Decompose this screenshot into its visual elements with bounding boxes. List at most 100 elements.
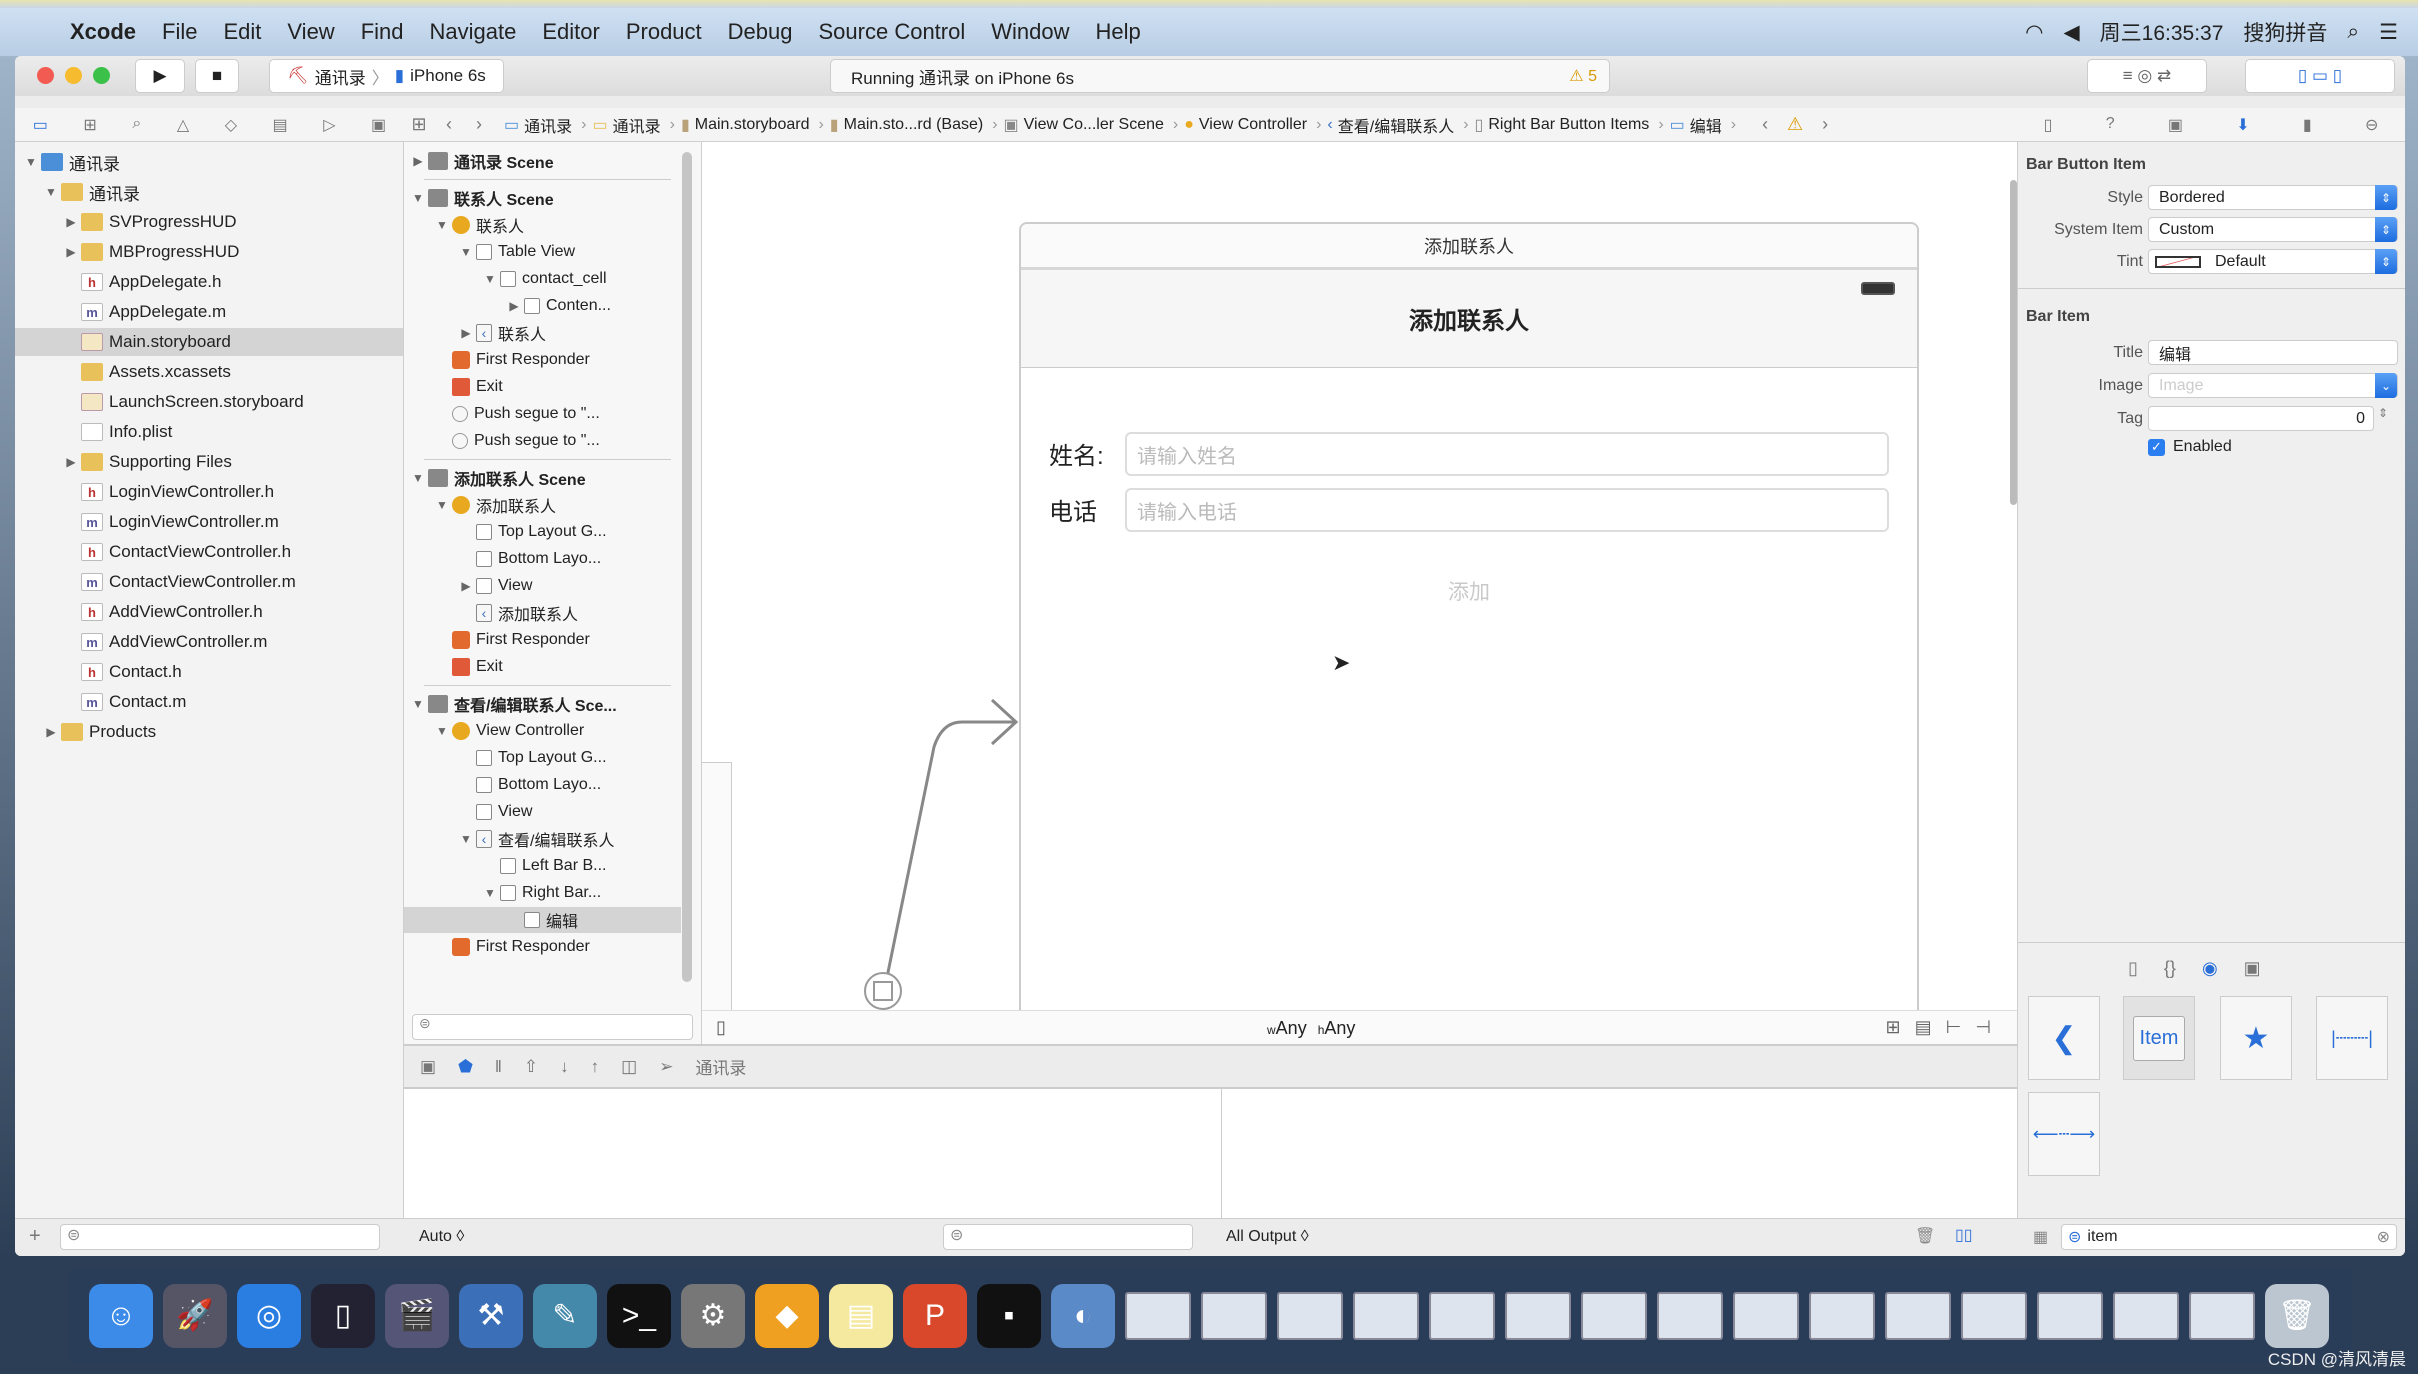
add-contact-scene[interactable]: 添加联系人 添加联系人 姓名: 请输入姓名 电话 请输入电话 添加 (1019, 222, 1919, 1022)
disclosure-triangle-icon[interactable]: ▶ (458, 579, 474, 593)
minimized-window-thumbnail[interactable] (2037, 1291, 2103, 1340)
menu-edit[interactable]: Edit (223, 19, 261, 45)
find-navigator-icon[interactable]: ⌕ (132, 115, 141, 135)
disclosure-triangle-icon[interactable]: ▼ (434, 498, 450, 512)
hide-debug-icon[interactable]: ▣ (420, 1057, 436, 1077)
navigator-item[interactable]: ▼ 通讯录 (15, 178, 403, 206)
notification-icon[interactable]: ☰ (2379, 20, 2398, 45)
navigator-item[interactable]: h AppDelegate.h (15, 268, 403, 296)
attributes-inspector-icon[interactable]: ⬇ (2236, 115, 2249, 135)
enabled-checkbox[interactable]: ✓ Enabled (2148, 438, 2232, 456)
editor-mode-controls[interactable]: ≡ ◎ ⇄ (2087, 59, 2207, 93)
library-bar-button-item[interactable]: Item (2123, 996, 2195, 1080)
disclosure-triangle-icon[interactable]: ▼ (23, 155, 39, 169)
preview-dock-icon[interactable]: 🎬 (385, 1283, 449, 1348)
disclosure-triangle-icon[interactable]: ▶ (63, 215, 79, 229)
menu-file[interactable]: File (162, 19, 197, 45)
related-items-icon[interactable]: ⊞ (404, 114, 434, 135)
menu-view[interactable]: View (287, 19, 334, 45)
file-template-library-icon[interactable]: ▯ (2128, 958, 2138, 979)
outline-item[interactable]: Exit (404, 654, 681, 680)
output-select[interactable]: All Output ◊ (1226, 1228, 1309, 1246)
tag-input[interactable]: 0 (2148, 406, 2374, 431)
library-fixed-space-item[interactable]: |┄┄┄| (2316, 996, 2388, 1080)
navigator-item[interactable]: h AddViewController.h (15, 598, 403, 626)
warning-count[interactable]: ⚠ 5 (1569, 66, 1597, 86)
input-method[interactable]: 搜狗拼音 (2243, 17, 2327, 47)
console-dock-icon[interactable]: ▪ (977, 1283, 1041, 1348)
navigator-item[interactable]: h LoginViewController.h (15, 478, 403, 506)
outline-filter-input[interactable]: ⊜ (412, 1014, 693, 1040)
code-snippet-library-icon[interactable]: {} (2164, 958, 2176, 979)
style-select[interactable]: Bordered ⇕ (2148, 185, 2398, 210)
outline-item[interactable]: ▶ View (404, 573, 681, 599)
navigator-item[interactable]: ▶ Products (15, 718, 403, 746)
minimized-window-thumbnail[interactable] (1353, 1291, 1419, 1340)
minimized-window-thumbnail[interactable] (1809, 1291, 1875, 1340)
disclosure-triangle-icon[interactable]: ▼ (434, 218, 450, 232)
navigator-item[interactable]: ▼ 通讯录 (15, 148, 403, 176)
disclosure-triangle-icon[interactable]: ▼ (458, 832, 474, 846)
breadcrumb-item[interactable]: ▣ View Co...ler Scene › (1004, 115, 1179, 135)
close-button[interactable] (37, 67, 54, 84)
clock[interactable]: 周三16:35:37 (2100, 17, 2224, 47)
variables-filter-input[interactable]: ⊜ (943, 1224, 1193, 1250)
disclosure-triangle-icon[interactable]: ▼ (43, 185, 59, 199)
outline-item[interactable]: Push segue to "... (404, 428, 681, 454)
object-library-icon[interactable]: ◉ (2202, 958, 2218, 979)
navigator-item[interactable]: ▶ Supporting Files (15, 448, 403, 476)
image-combo[interactable]: Image ⌄ (2148, 373, 2398, 398)
navigator-item[interactable]: h Contact.h (15, 658, 403, 686)
navigator-item[interactable]: Assets.xcassets (15, 358, 403, 386)
menu-find[interactable]: Find (361, 19, 404, 45)
auto-variables-select[interactable]: Auto ◊ (419, 1228, 464, 1246)
sketch-dock-icon[interactable]: ◆ (755, 1283, 819, 1348)
outline-item[interactable]: ▶ ‹ 联系人 (404, 320, 681, 346)
step-out-icon[interactable]: ↑ (591, 1057, 600, 1077)
disclosure-triangle-icon[interactable]: ▼ (482, 886, 498, 900)
run-button[interactable]: ▶ (135, 59, 185, 93)
outline-item[interactable]: ▼ 查看/编辑联系人 Sce... (404, 691, 681, 717)
file-inspector-icon[interactable]: ▯ (2044, 115, 2053, 135)
disclosure-triangle-icon[interactable]: ▶ (43, 725, 59, 739)
outline-item[interactable]: ▼ 联系人 Scene (404, 185, 681, 211)
notes-dock-icon[interactable]: ▤ (829, 1283, 893, 1348)
outline-item[interactable]: ‹ 添加联系人 (404, 600, 681, 626)
outline-item[interactable]: ▼ 添加联系人 (404, 492, 681, 518)
navigator-item[interactable]: LaunchScreen.storyboard (15, 388, 403, 416)
outline-scrollbar[interactable] (682, 152, 692, 982)
disclosure-triangle-icon[interactable]: ▼ (410, 471, 426, 485)
test-navigator-icon[interactable]: ◇ (225, 115, 237, 135)
menu-editor[interactable]: Editor (542, 19, 599, 45)
disclosure-triangle-icon[interactable]: ▶ (458, 326, 474, 340)
spotlight-icon[interactable]: ⌕ (2347, 20, 2359, 44)
navigator-item[interactable]: m LoginViewController.m (15, 508, 403, 536)
breadcrumb-item[interactable]: ▭ 编辑 › (1670, 113, 1736, 137)
navigator-item[interactable]: Main.storyboard (15, 328, 403, 356)
add-button[interactable]: 添加 (1021, 576, 1917, 606)
connections-inspector-icon[interactable]: ⊖ (2365, 115, 2378, 135)
outline-item[interactable]: Push segue to "... (404, 401, 681, 427)
project-navigator-icon[interactable]: ▭ (33, 115, 48, 135)
issue-navigator-icon[interactable]: △ (177, 115, 189, 135)
size-class-control[interactable]: wAny hAny (1267, 1018, 1355, 1039)
powerpoint-dock-icon[interactable]: P (903, 1283, 967, 1348)
stop-button[interactable]: ■ (195, 59, 239, 93)
safari-dock-icon[interactable]: ◎ (237, 1283, 301, 1348)
navigator-item[interactable]: Info.plist (15, 418, 403, 446)
volume-icon[interactable]: ◀ (2064, 20, 2080, 45)
console-view[interactable] (1222, 1089, 2017, 1218)
issue-warning-icon[interactable]: ⚠ (1780, 114, 1810, 135)
outline-item[interactable]: First Responder (404, 934, 681, 960)
library-flexible-space-item[interactable]: ⟵┄⟶ (2028, 1092, 2100, 1176)
outline-item[interactable]: ▶ 通讯录 Scene (404, 148, 681, 174)
add-file-icon[interactable]: + (29, 1225, 41, 1248)
outline-item[interactable]: ▼ contact_cell (404, 266, 681, 292)
outline-item[interactable]: Top Layout G... (404, 745, 681, 771)
navigator-item[interactable]: h ContactViewController.h (15, 538, 403, 566)
chevron-down-icon[interactable]: ⌄ (2375, 373, 2397, 398)
view-toggle-controls[interactable]: ▯ ▭ ▯ (2245, 59, 2395, 93)
menu-window[interactable]: Window (991, 19, 1069, 45)
navigator-item[interactable]: m AddViewController.m (15, 628, 403, 656)
forward-icon[interactable]: › (464, 114, 494, 135)
